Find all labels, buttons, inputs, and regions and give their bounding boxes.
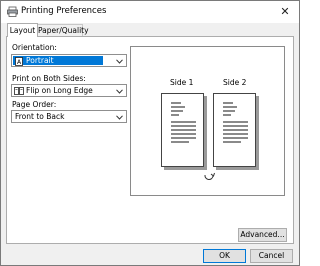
advanced-button[interactable]: Advanced... [238,228,287,242]
title-bar: Printing Preferences ✕ [1,1,299,23]
flip-long-edge-icon [14,87,24,95]
preview-page-side2 [213,93,256,167]
tab-layout[interactable]: Layout [7,23,38,37]
chevron-down-icon[interactable] [116,115,123,120]
cancel-button[interactable]: Cancel [250,249,293,263]
preview-page-side1 [161,93,204,167]
close-icon[interactable]: ✕ [277,4,293,20]
window-title: Printing Preferences [21,6,107,16]
page-order-value: Front to Back [15,112,65,121]
orientation-select[interactable]: A Portrait [11,54,127,67]
chevron-down-icon[interactable] [116,59,123,64]
orientation-label: Orientation: [12,43,57,52]
ok-button[interactable]: OK [203,249,246,263]
page-order-select[interactable]: Front to Back [11,110,127,123]
print-both-sides-value: Flip on Long Edge [26,86,93,95]
printer-icon [7,6,18,17]
flip-arrow-icon [204,172,215,180]
side2-label: Side 2 [223,78,247,87]
page-order-label: Page Order: [12,100,57,109]
orientation-value: Portrait [26,56,54,65]
printing-preferences-dialog: Printing Preferences ✕ Layout Paper/Qual… [0,0,300,266]
print-both-sides-select[interactable]: Flip on Long Edge [11,84,127,97]
side1-label: Side 1 [170,78,194,87]
print-both-sides-label: Print on Both Sides: [12,74,86,83]
chevron-down-icon[interactable] [116,89,123,94]
portrait-icon: A [15,57,23,66]
